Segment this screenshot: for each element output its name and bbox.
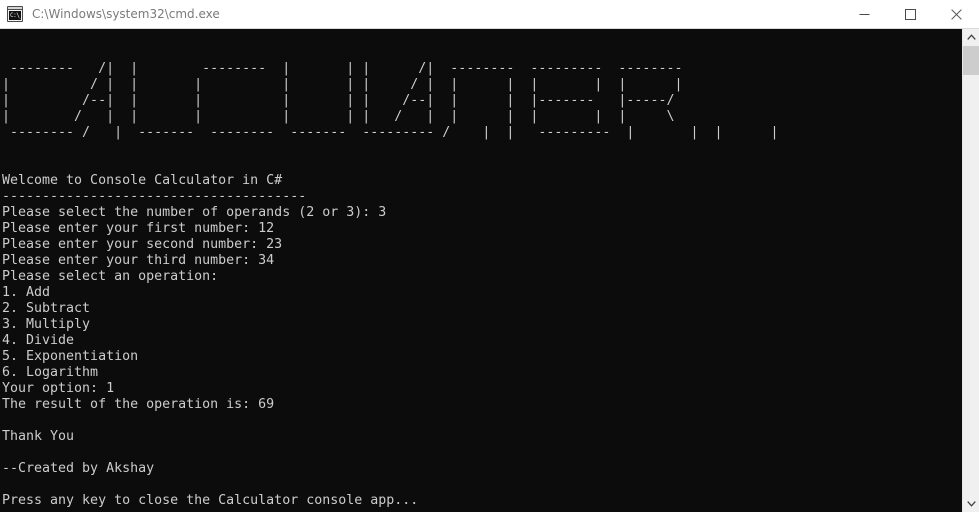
maximize-button[interactable] — [887, 0, 933, 29]
scrollbar-track[interactable] — [963, 46, 979, 495]
title-bar[interactable]: C:\_ C:\Windows\system32\cmd.exe — [0, 0, 979, 29]
vertical-scrollbar[interactable] — [962, 29, 979, 512]
scroll-up-arrow[interactable] — [963, 29, 979, 46]
close-button[interactable] — [933, 0, 979, 29]
cmd-icon: C:\_ — [7, 6, 23, 22]
title-bar-left: C:\_ C:\Windows\system32\cmd.exe — [0, 0, 841, 28]
minimize-button[interactable] — [841, 0, 887, 29]
window-title: C:\Windows\system32\cmd.exe — [32, 7, 220, 21]
window-controls — [841, 0, 979, 29]
cmd-window: C:\_ C:\Windows\system32\cmd.exe — [0, 0, 979, 512]
ascii-banner: -------- /| | -------- | | | /| --------… — [2, 61, 779, 140]
cmd-icon-screen: C:\_ — [9, 11, 21, 20]
scrollbar-thumb[interactable] — [963, 46, 979, 75]
console-area: -------- /| | -------- | | | /| --------… — [0, 29, 979, 512]
cmd-icon-titlebar — [8, 7, 22, 10]
console-output[interactable]: -------- /| | -------- | | | /| --------… — [0, 29, 962, 512]
scroll-down-arrow[interactable] — [963, 495, 979, 512]
console-lines: Welcome to Console Calculator in C# ----… — [2, 173, 419, 508]
